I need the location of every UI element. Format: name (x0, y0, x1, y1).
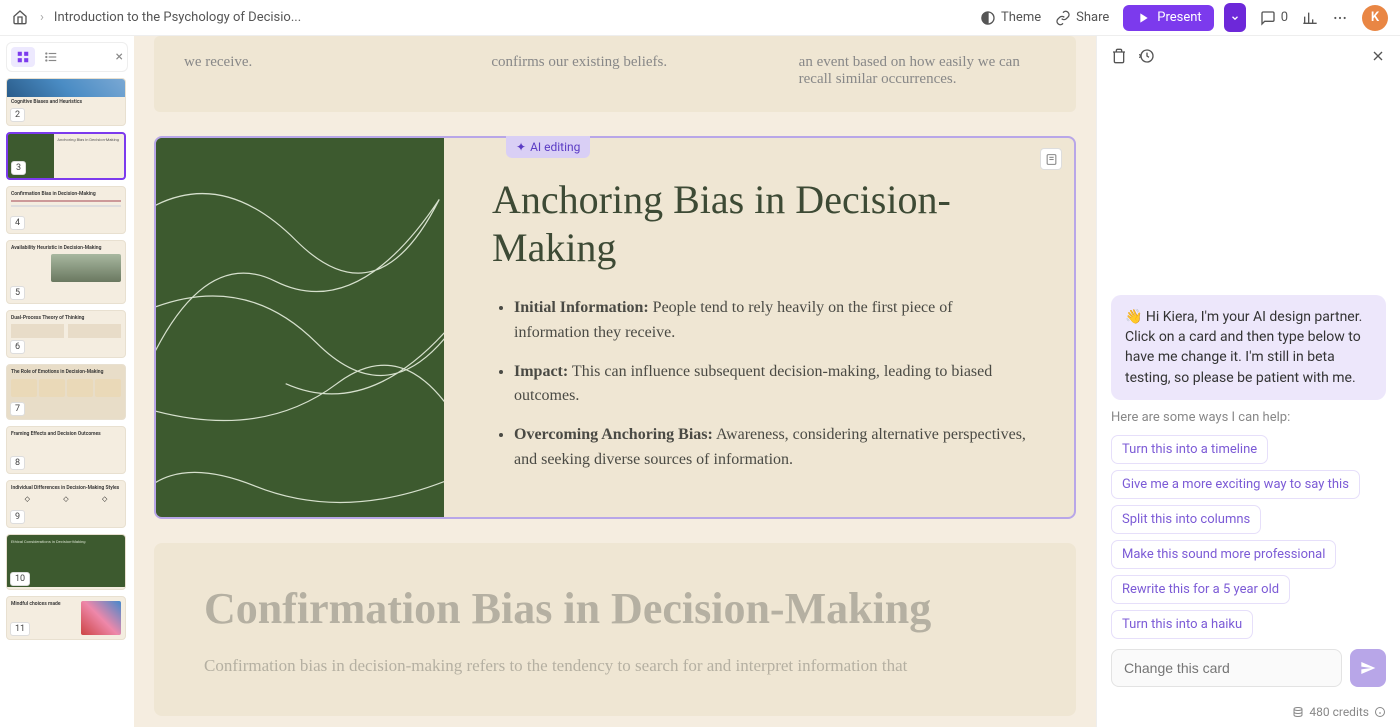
ai-input-row (1111, 649, 1386, 687)
header-right: Theme Share Present 0 K (980, 3, 1388, 32)
card-bullets[interactable]: Initial Information: People tend to rely… (492, 296, 1026, 473)
slide-thumbnail[interactable]: Framing Effects and Decision Outcomes 8 (6, 426, 126, 474)
slide-thumbnail[interactable]: Ethical Considerations in Decision-Makin… (6, 534, 126, 590)
ai-welcome-message: 👋 Hi Kiera, I'm your AI design partner. … (1111, 295, 1386, 400)
thumbnail-list[interactable]: Cognitive Biases and Heuristics 2 Anchor… (6, 78, 128, 721)
close-sidebar-icon[interactable]: × (116, 49, 123, 65)
trash-icon[interactable] (1111, 48, 1127, 68)
present-button[interactable]: Present (1123, 5, 1213, 31)
comments-button[interactable]: 0 (1260, 10, 1288, 26)
history-icon[interactable] (1139, 48, 1155, 68)
slide-thumbnail[interactable]: Individual Differences in Decision-Makin… (6, 480, 126, 528)
close-icon[interactable] (1370, 48, 1386, 68)
theme-button[interactable]: Theme (980, 10, 1041, 26)
home-icon[interactable] (12, 9, 30, 27)
next-card-body: Confirmation bias in decision-making ref… (204, 656, 1026, 676)
suggestion-chips: Turn this into a timeline Give me a more… (1111, 435, 1386, 639)
suggestion-chip[interactable]: Give me a more exciting way to say this (1111, 470, 1360, 499)
header-left: › Introduction to the Psychology of Deci… (12, 9, 301, 27)
bullet-item[interactable]: Impact: This can influence subsequent de… (514, 360, 1026, 410)
slide-thumbnail[interactable]: Mindful choices made 11 (6, 596, 126, 640)
next-card-peek[interactable]: Confirmation Bias in Decision-Making Con… (154, 543, 1076, 716)
theme-label: Theme (1001, 10, 1041, 25)
card-body[interactable]: Anchoring Bias in Decision-Making Initia… (444, 138, 1074, 517)
ai-help-label: Here are some ways I can help: (1111, 410, 1386, 425)
slide-thumbnail[interactable]: The Role of Emotions in Decision-Making … (6, 364, 126, 420)
suggestion-chip[interactable]: Make this sound more professional (1111, 540, 1336, 569)
ai-prompt-input[interactable] (1111, 649, 1342, 687)
slide-thumbnail[interactable]: Anchoring Bias in Decision-Making 3 (6, 132, 126, 180)
suggestion-chip[interactable]: Split this into columns (1111, 505, 1261, 534)
suggestion-chip[interactable]: Rewrite this for a 5 year old (1111, 575, 1290, 604)
credits-footer[interactable]: 480 credits (1097, 701, 1400, 727)
slides-sidebar: × Cognitive Biases and Heuristics 2 Anch… (0, 36, 134, 727)
slide-thumbnail[interactable]: Availability Heuristic in Decision-Makin… (6, 240, 126, 304)
suggestion-chip[interactable]: Turn this into a timeline (1111, 435, 1268, 464)
share-button[interactable]: Share (1055, 10, 1109, 26)
list-view-tab[interactable] (39, 47, 63, 67)
previous-card-peek[interactable]: we receive. confirms our existing belief… (154, 36, 1076, 112)
card-notes-button[interactable] (1040, 148, 1062, 170)
slide-thumbnail[interactable]: Dual-Process Theory of Thinking 6 (6, 310, 126, 358)
ai-body: 👋 Hi Kiera, I'm your AI design partner. … (1097, 80, 1400, 701)
card-title[interactable]: Anchoring Bias in Decision-Making (492, 176, 1026, 272)
slide-thumbnail[interactable]: Cognitive Biases and Heuristics 2 (6, 78, 126, 126)
suggestion-chip[interactable]: Turn this into a haiku (1111, 610, 1253, 639)
share-label: Share (1076, 10, 1109, 25)
bullet-item[interactable]: Initial Information: People tend to rely… (514, 296, 1026, 346)
bullet-item[interactable]: Overcoming Anchoring Bias: Awareness, co… (514, 423, 1026, 473)
grid-view-tab[interactable] (11, 47, 35, 67)
document-title[interactable]: Introduction to the Psychology of Decisi… (54, 10, 301, 25)
more-button[interactable] (1332, 10, 1348, 26)
ai-panel-header (1097, 36, 1400, 80)
app-header: › Introduction to the Psychology of Deci… (0, 0, 1400, 36)
send-button[interactable] (1350, 649, 1386, 687)
user-avatar[interactable]: K (1362, 5, 1388, 31)
comments-count: 0 (1281, 10, 1288, 25)
sparkle-icon: ✦ (516, 140, 526, 154)
next-card-title: Confirmation Bias in Decision-Making (204, 583, 1026, 634)
present-label: Present (1157, 10, 1201, 25)
ai-editing-badge: ✦ AI editing (506, 136, 590, 158)
ai-panel: 👋 Hi Kiera, I'm your AI design partner. … (1096, 36, 1400, 727)
present-dropdown[interactable] (1224, 3, 1246, 32)
slide-thumbnail[interactable]: Confirmation Bias in Decision-Making 4 (6, 186, 126, 234)
canvas-area[interactable]: we receive. confirms our existing belief… (134, 36, 1096, 727)
sidebar-view-tabs: × (6, 42, 128, 72)
active-card[interactable]: ✦ AI editing ⋮ ↻▾ Anchoring Bias in Deci… (154, 136, 1076, 519)
card-image[interactable] (156, 138, 444, 517)
chevron-right-icon: › (40, 10, 44, 25)
analytics-button[interactable] (1302, 10, 1318, 26)
